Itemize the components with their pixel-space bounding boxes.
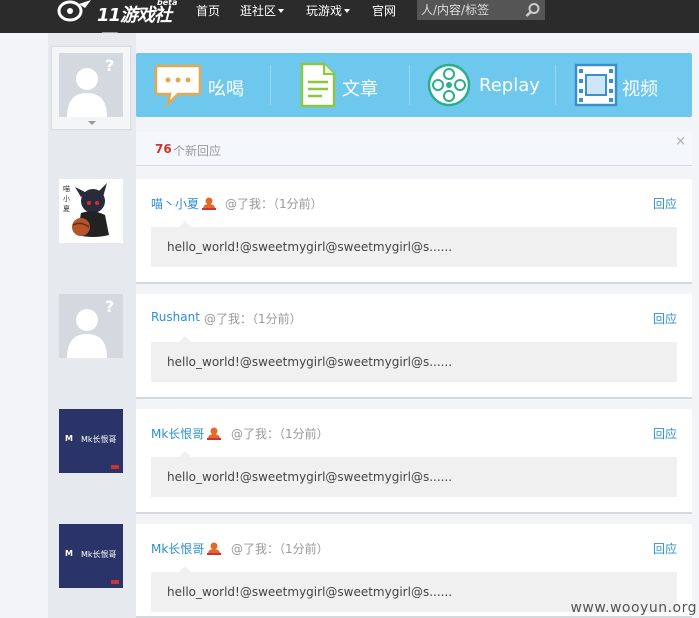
film-reel-icon: [427, 63, 471, 107]
tab-replay-label: Replay: [479, 75, 540, 96]
top-navbar: 11游戏社区 beta 首页 逛社区 玩游戏 官网: [0, 0, 699, 52]
avatar[interactable]: ?: [59, 294, 123, 358]
search-input[interactable]: [417, 0, 521, 20]
user-name[interactable]: Rushant: [151, 310, 200, 324]
quoted-text-box[interactable]: hello_world!@sweetmygirl@sweetmygirl@s..…: [151, 221, 677, 267]
search-box: [417, 0, 545, 20]
watermark: www.wooyun.org: [570, 600, 697, 616]
tab-video[interactable]: 视频: [574, 53, 684, 117]
avatar-letter: M: [65, 434, 73, 443]
nav-official[interactable]: 官网: [372, 2, 396, 19]
nav-home-label: 首页: [196, 4, 221, 18]
site-logo[interactable]: 11游戏社区 beta: [57, 0, 182, 52]
default-avatar-image: ?: [59, 53, 123, 117]
tab-video-label: 视频: [622, 79, 658, 100]
tab-divider: [409, 65, 410, 105]
svg-text:?: ?: [105, 297, 114, 316]
tab-divider: [555, 65, 556, 105]
mention-meta: @了我：（1分前）: [204, 312, 302, 326]
nav-community[interactable]: 逛社区: [240, 2, 285, 19]
tab-shout-label: 吆喝: [208, 79, 244, 100]
new-replies-count: 76: [155, 142, 172, 156]
close-icon[interactable]: ×: [675, 134, 686, 149]
avatar[interactable]: 喵 小 夏: [59, 179, 123, 243]
page-background: [0, 33, 48, 618]
tab-article-label: 文章: [342, 79, 378, 100]
quoted-text-box[interactable]: hello_world!@sweetmygirl@sweetmygirl@s..…: [151, 336, 677, 382]
search-icon[interactable]: [525, 2, 541, 18]
user-name-text: 喵丶小夏: [151, 197, 200, 211]
quoted-text: hello_world!@sweetmygirl@sweetmygirl@s..…: [167, 585, 453, 599]
reply-link[interactable]: 回应: [653, 195, 677, 212]
new-replies-text: 个新回应: [173, 144, 222, 158]
chevron-down-icon: [88, 121, 96, 125]
avatar-letter: M: [65, 549, 73, 558]
nav-games-label: 玩游戏: [306, 4, 343, 18]
quoted-text: hello_world!@sweetmygirl@sweetmygirl@s..…: [167, 470, 453, 484]
document-icon: [300, 62, 336, 108]
avatar-decoration: [111, 580, 119, 584]
avatar-text: Mk长恨哥: [81, 435, 117, 444]
reply-card: Mk长恨哥 @了我：（1分前） 回应 hello_world!@sweetmyg…: [136, 409, 692, 514]
mention-meta: @了我：（1分前）: [225, 197, 323, 211]
mention-meta: @了我：（1分前）: [231, 542, 329, 556]
svg-text:?: ?: [105, 56, 114, 75]
reply-card: 喵丶小夏 @了我：（1分前） 回应 hello_world!@sweetmygi…: [136, 179, 692, 284]
svg-text:喵: 喵: [63, 185, 70, 193]
tab-divider: [270, 65, 271, 105]
user-name[interactable]: Mk长恨哥: [151, 425, 222, 442]
chevron-down-icon: [278, 9, 285, 13]
tab-replay[interactable]: Replay: [425, 53, 549, 117]
quoted-text-box[interactable]: hello_world!@sweetmygirl@sweetmygirl@s..…: [151, 451, 677, 497]
speech-bubble-icon: [154, 64, 202, 108]
reply-link[interactable]: 回应: [653, 310, 677, 327]
avatar-text: Mk长恨哥: [81, 550, 117, 559]
avatar-decoration: [111, 465, 119, 469]
tab-article[interactable]: 文章: [296, 53, 406, 117]
user-name[interactable]: Mk长恨哥: [151, 540, 222, 557]
tab-shout[interactable]: 吆喝: [152, 53, 270, 117]
quote-pointer: [179, 566, 191, 572]
user-name[interactable]: 喵丶小夏: [151, 195, 217, 212]
my-avatar[interactable]: ?: [51, 46, 131, 130]
svg-text:小: 小: [63, 194, 70, 203]
nav-official-label: 官网: [372, 4, 397, 18]
reply-link[interactable]: 回应: [653, 540, 677, 557]
post-type-tabbar: 吆喝 文章 Replay 视频: [136, 53, 692, 117]
user-name-text: Mk长恨哥: [151, 542, 205, 556]
quote-pointer: [179, 336, 191, 342]
reply-card: Rushant @了我：（1分前） 回应 hello_world!@sweetm…: [136, 294, 692, 399]
user-name-text: Rushant: [151, 310, 200, 324]
film-strip-icon: [574, 63, 618, 107]
user-name-text: Mk长恨哥: [151, 427, 205, 441]
nav-home[interactable]: 首页: [196, 2, 220, 19]
nav-community-label: 逛社区: [240, 4, 277, 18]
logo-icon: [57, 0, 91, 22]
user-badge-icon: [202, 197, 217, 210]
new-replies-notice[interactable]: 76 个新回应 ×: [136, 132, 692, 166]
svg-text:夏: 夏: [63, 205, 70, 213]
user-badge-icon: [207, 427, 222, 440]
logo-beta: beta: [157, 0, 178, 7]
user-badge-icon: [207, 542, 222, 555]
mention-meta: @了我：（1分前）: [231, 427, 329, 441]
chevron-down-icon: [344, 9, 351, 13]
quote-pointer: [179, 451, 191, 457]
reply-link[interactable]: 回应: [653, 425, 677, 442]
nav-games[interactable]: 玩游戏: [306, 2, 351, 19]
quoted-text: hello_world!@sweetmygirl@sweetmygirl@s..…: [167, 240, 453, 254]
avatar[interactable]: M Mk长恨哥: [59, 409, 123, 473]
quoted-text: hello_world!@sweetmygirl@sweetmygirl@s..…: [167, 355, 453, 369]
quote-pointer: [179, 221, 191, 227]
avatar[interactable]: M Mk长恨哥: [59, 524, 123, 588]
